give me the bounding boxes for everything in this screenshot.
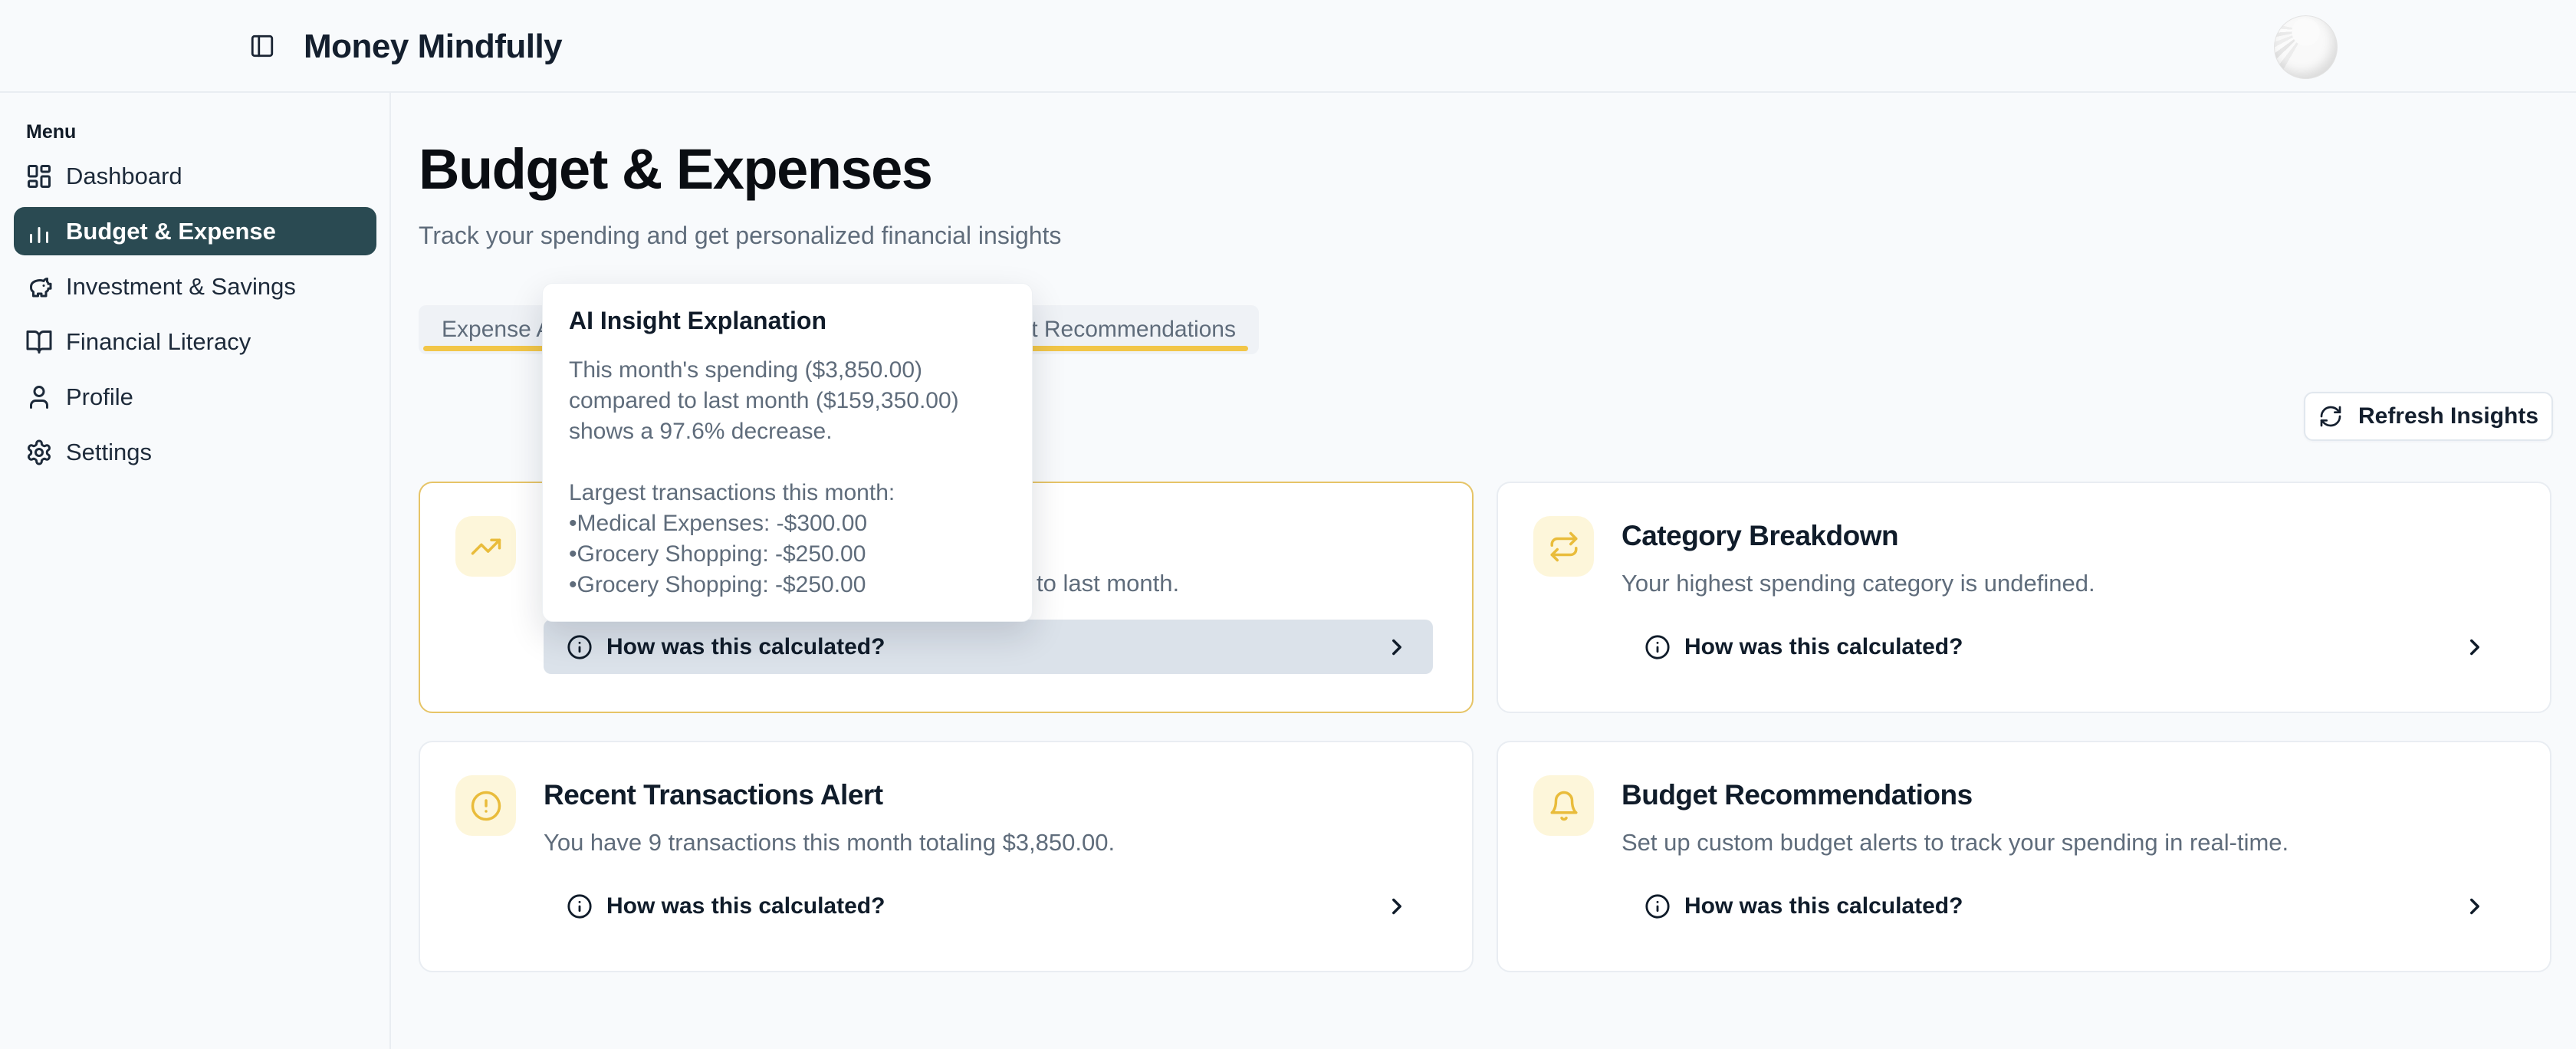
tooltip-bullet-item: Grocery Shopping: -$250.00 xyxy=(569,539,1006,570)
card-subtitle: You have 9 transactions this month total… xyxy=(544,829,1115,857)
how-was-this-calculated-label: How was this calculated? xyxy=(1684,893,1963,919)
trending-up-icon xyxy=(455,516,516,577)
sidebar-item-label: Settings xyxy=(66,439,152,466)
sidebar-item-label: Budget & Expense xyxy=(66,218,276,245)
how-was-this-calculated-link[interactable]: How was this calculated? xyxy=(1622,879,2511,933)
how-was-this-calculated-label: How was this calculated? xyxy=(1684,634,1963,660)
card-subtitle: to last month. xyxy=(1037,570,1179,597)
tooltip-title: AI Insight Explanation xyxy=(569,307,1006,335)
card-title: Recent Transactions Alert xyxy=(544,779,883,811)
repeat-icon xyxy=(1533,516,1594,577)
sidebar-item-label: Financial Literacy xyxy=(66,328,251,356)
sidebar-item-label: Investment & Savings xyxy=(66,273,296,301)
info-icon xyxy=(1644,634,1671,660)
chevron-right-icon xyxy=(2462,634,2488,660)
card-budget-recommendations: Budget Recommendations Set up custom bud… xyxy=(1497,741,2551,972)
how-was-this-calculated-link[interactable]: How was this calculated? xyxy=(1622,620,2511,674)
alert-circle-icon xyxy=(455,775,516,836)
how-was-this-calculated-label: How was this calculated? xyxy=(606,634,885,660)
sidebar-item-financial-literacy[interactable]: Financial Literacy xyxy=(14,317,376,366)
card-subtitle: Set up custom budget alerts to track you… xyxy=(1622,829,2288,857)
bar-chart-icon xyxy=(25,218,53,245)
info-icon xyxy=(567,634,593,660)
page-subtitle: Track your spending and get personalized… xyxy=(419,222,1061,250)
how-was-this-calculated-link[interactable]: How was this calculated? xyxy=(544,879,1433,933)
refresh-icon xyxy=(2318,404,2343,429)
tooltip-list-intro: Largest transactions this month: xyxy=(569,478,1006,508)
ai-insight-tooltip: AI Insight Explanation This month's spen… xyxy=(542,283,1033,622)
card-subtitle: Your highest spending category is undefi… xyxy=(1622,570,2095,597)
book-open-icon xyxy=(25,328,53,356)
sidebar-item-label: Dashboard xyxy=(66,163,182,190)
how-was-this-calculated-label: How was this calculated? xyxy=(606,893,885,919)
piggy-bank-icon xyxy=(25,273,53,301)
card-title: Budget Recommendations xyxy=(1622,779,1973,811)
card-category-breakdown: Category Breakdown Your highest spending… xyxy=(1497,482,2551,713)
tooltip-bullet-item: Grocery Shopping: -$250.00 xyxy=(569,570,1006,600)
sidebar-item-investment-savings[interactable]: Investment & Savings xyxy=(14,262,376,311)
app-title: Money Mindfully xyxy=(304,0,562,93)
sidebar: Menu Dashboard Budget & Expense Investme… xyxy=(0,93,391,1049)
how-was-this-calculated-link[interactable]: How was this calculated? xyxy=(544,620,1433,674)
card-recent-transactions-alert: Recent Transactions Alert You have 9 tra… xyxy=(419,741,1474,972)
panel-left-icon xyxy=(249,33,275,59)
page-title: Budget & Expenses xyxy=(419,136,932,202)
tooltip-transaction-list: Largest transactions this month: Medical… xyxy=(569,478,1006,600)
sidebar-item-label: Profile xyxy=(66,383,133,411)
card-title: Category Breakdown xyxy=(1622,520,1898,552)
refresh-insights-label: Refresh Insights xyxy=(2358,403,2538,429)
sidebar-item-dashboard[interactable]: Dashboard xyxy=(14,152,376,200)
sidebar-item-profile[interactable]: Profile xyxy=(14,373,376,421)
sidebar-item-budget-expense[interactable]: Budget & Expense xyxy=(14,207,376,255)
sidebar-nav: Dashboard Budget & Expense Investment & … xyxy=(14,152,376,483)
chevron-right-icon xyxy=(1384,634,1410,660)
app-header: Money Mindfully xyxy=(0,0,2576,93)
info-icon xyxy=(567,893,593,919)
user-avatar[interactable] xyxy=(2274,15,2338,79)
chevron-right-icon xyxy=(2462,893,2488,919)
chevron-right-icon xyxy=(1384,893,1410,919)
tooltip-bullet-item: Medical Expenses: -$300.00 xyxy=(569,508,1006,539)
gear-icon xyxy=(25,439,53,466)
dashboard-icon xyxy=(25,163,53,190)
refresh-insights-button[interactable]: Refresh Insights xyxy=(2304,392,2553,441)
sidebar-toggle-button[interactable] xyxy=(244,28,281,64)
sidebar-item-settings[interactable]: Settings xyxy=(14,428,376,476)
bell-icon xyxy=(1533,775,1594,836)
info-icon xyxy=(1644,893,1671,919)
sidebar-menu-label: Menu xyxy=(26,121,76,143)
user-icon xyxy=(25,383,53,411)
tooltip-paragraph: This month's spending ($3,850.00) compar… xyxy=(569,355,1006,447)
